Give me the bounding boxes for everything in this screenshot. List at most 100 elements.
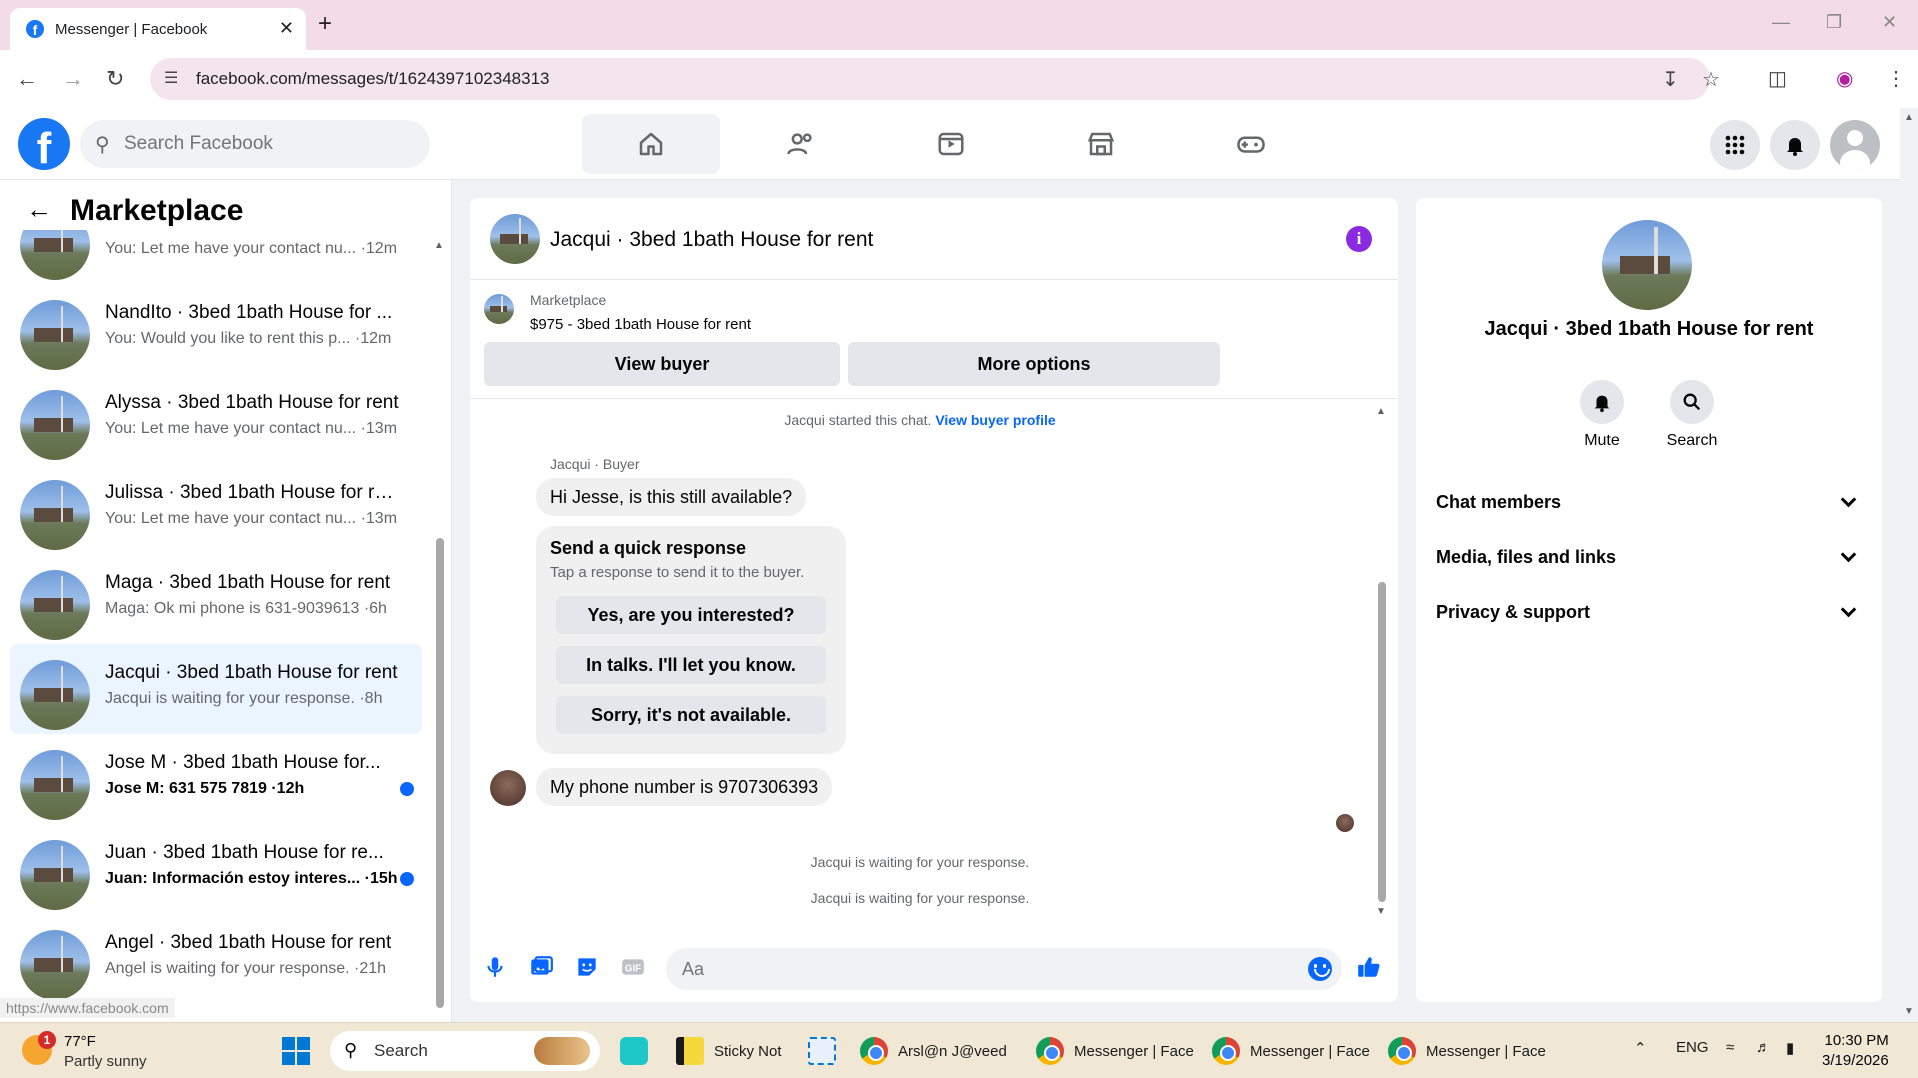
taskbar-app-chrome-1[interactable]: Arsl@n J@veed	[860, 1033, 1007, 1069]
address-url[interactable]: facebook.com/messages/t/1624397102348313	[196, 69, 549, 89]
taskbar-search[interactable]: ⚲ Search	[330, 1031, 600, 1071]
conversation-scrollbar[interactable]: ▲ ▼	[1376, 406, 1388, 917]
emoji-icon[interactable]	[1308, 957, 1332, 981]
facebook-search-input[interactable]	[124, 120, 414, 168]
search-icon	[1683, 393, 1701, 411]
nav-marketplace[interactable]	[1032, 114, 1170, 174]
chat-list-item[interactable]: Maga · 3bed 1bath House for rent Maga: Ok…	[10, 554, 422, 644]
taskbar-app-label: Arsl@n J@veed	[898, 1042, 1007, 1060]
scroll-down-icon[interactable]: ▼	[1904, 1006, 1914, 1017]
system-clock[interactable]: 10:30 PM 3/19/2026	[1822, 1031, 1889, 1071]
tab-search-icon[interactable]: ◫	[1768, 66, 1787, 91]
chat-list-scrollbar[interactable]: ▲ ▼	[434, 240, 444, 1008]
quick-response-option[interactable]: Sorry, it's not available.	[556, 696, 826, 734]
search-icon: ⚲	[95, 134, 110, 156]
close-window-icon[interactable]: ✕	[1882, 12, 1897, 33]
minimize-window-icon[interactable]: —	[1772, 12, 1790, 33]
scrollbar-thumb[interactable]	[1378, 582, 1386, 902]
media-files-links-section[interactable]: Media, files and links	[1436, 537, 1862, 577]
browser-menu-icon[interactable]: ⋮	[1886, 66, 1906, 91]
notifications-button[interactable]	[1770, 120, 1820, 170]
chat-preview: You: Let me have your contact nu... ·13m	[105, 420, 398, 437]
chat-list-item[interactable]: Julissa · 3bed 1bath House for re... You:…	[10, 464, 422, 554]
page-scrollbar[interactable]: ▲ ▼	[1902, 112, 1916, 1018]
volume-icon[interactable]: ♬	[1756, 1039, 1771, 1056]
chat-list-item[interactable]: NandIto · 3bed 1bath House for ... You: W…	[10, 284, 422, 374]
browser-tab[interactable]: f Messenger | Facebook ✕	[10, 8, 306, 50]
chat-list-item[interactable]: Angel · 3bed 1bath House for rent Angel i…	[10, 914, 422, 1004]
nav-friends[interactable]	[732, 114, 870, 174]
chat-list-item[interactable]: Jose M · 3bed 1bath House for... Jose M: …	[10, 734, 422, 824]
taskbar-search-label: Search	[374, 1041, 428, 1060]
quick-response-title: Send a quick response	[550, 538, 747, 558]
chat-thumbnail	[20, 570, 90, 640]
chat-list-item[interactable]: Juan · 3bed 1bath House for re... Juan: I…	[10, 824, 422, 914]
battery-icon[interactable]: ▮	[1786, 1039, 1794, 1057]
message-input[interactable]	[682, 948, 1282, 990]
info-icon[interactable]: i	[1346, 226, 1372, 252]
scroll-down-icon[interactable]: ▼	[1376, 906, 1386, 917]
like-button[interactable]	[1354, 952, 1384, 982]
listing-row[interactable]: Marketplace $975 - 3bed 1bath House for …	[470, 280, 1398, 340]
conversation-thumbnail[interactable]	[490, 214, 540, 264]
quick-response-option[interactable]: Yes, are you interested?	[556, 596, 826, 634]
facebook-logo-icon[interactable]: f	[18, 118, 70, 170]
surfshark-app-icon[interactable]	[620, 1033, 658, 1069]
view-buyer-profile-link[interactable]: View buyer profile	[935, 412, 1055, 428]
taskbar-app-sticky-notes[interactable]: Sticky Not	[676, 1033, 782, 1069]
chat-thumbnail	[20, 930, 90, 1000]
search-conversation-button[interactable]: Search	[1652, 380, 1732, 450]
bookmark-star-icon[interactable]: ☆	[1702, 67, 1720, 92]
more-options-button[interactable]: More options	[848, 342, 1220, 386]
mute-button[interactable]: Mute	[1562, 380, 1642, 450]
site-settings-icon[interactable]: ☰	[164, 68, 178, 88]
install-app-icon[interactable]: ↧	[1662, 67, 1679, 92]
taskbar-app-chrome-2[interactable]: Messenger | Face	[1036, 1033, 1194, 1069]
scroll-up-icon[interactable]: ▲	[1904, 112, 1914, 123]
scroll-up-icon[interactable]: ▲	[1376, 406, 1386, 417]
listing-source-label: Marketplace	[530, 292, 607, 308]
back-arrow-icon[interactable]: ←	[26, 194, 52, 225]
profile-icon[interactable]: ◉	[1836, 66, 1853, 91]
voice-clip-button[interactable]	[480, 952, 510, 982]
listing-thumbnail	[484, 294, 514, 324]
new-tab-button[interactable]: +	[318, 10, 332, 38]
conversation-title[interactable]: Jacqui · 3bed 1bath House for rent	[550, 228, 873, 252]
nav-video[interactable]	[882, 114, 1020, 174]
snipping-tool-icon[interactable]	[808, 1033, 846, 1069]
wifi-icon[interactable]: ≈	[1726, 1039, 1734, 1056]
close-tab-icon[interactable]: ✕	[279, 18, 294, 39]
message-box[interactable]	[666, 948, 1342, 990]
chat-list-item[interactable]: Jacqui · 3bed 1bath House for rent Jacqui…	[10, 644, 422, 734]
chat-members-section[interactable]: Chat members	[1436, 482, 1862, 522]
sticker-icon	[578, 958, 596, 976]
nav-home[interactable]	[582, 114, 720, 174]
back-arrow-icon[interactable]: ←	[16, 66, 38, 92]
account-avatar[interactable]	[1830, 120, 1880, 170]
chat-thumbnail	[20, 390, 90, 460]
address-bar[interactable]: ☰ facebook.com/messages/t/16243971023483…	[150, 58, 1720, 100]
sticker-button[interactable]	[572, 952, 602, 982]
view-buyer-button[interactable]: View buyer	[484, 342, 840, 386]
restore-window-icon[interactable]: ❐	[1826, 12, 1842, 33]
scroll-up-icon[interactable]: ▲	[434, 240, 444, 251]
buyer-avatar[interactable]	[490, 770, 526, 806]
windows-start-icon[interactable]	[282, 1037, 310, 1065]
chat-preview: Maga: Ok mi phone is 631-9039613 ·6h	[105, 600, 387, 617]
taskbar-app-chrome-4[interactable]: Messenger | Face	[1388, 1033, 1546, 1069]
show-hidden-icons-icon[interactable]: ⌃	[1634, 1039, 1647, 1057]
chat-list-item[interactable]: Alyssa · 3bed 1bath House for rent You: L…	[10, 374, 422, 464]
language-indicator[interactable]: ENG	[1676, 1039, 1709, 1056]
menu-grid-button[interactable]	[1710, 120, 1760, 170]
gif-button[interactable]: GIF	[618, 952, 648, 982]
attach-photo-button[interactable]	[526, 952, 556, 982]
quick-response-option[interactable]: In talks. I'll let you know.	[556, 646, 826, 684]
reload-icon[interactable]: ↻	[106, 66, 124, 92]
facebook-search[interactable]: ⚲	[80, 120, 430, 168]
chat-preview: Angel is waiting for your response. ·21h	[105, 960, 387, 977]
privacy-support-section[interactable]: Privacy & support	[1436, 592, 1862, 632]
nav-gaming[interactable]	[1182, 114, 1320, 174]
forward-arrow-icon[interactable]: →	[62, 66, 84, 92]
scrollbar-thumb[interactable]	[436, 538, 444, 1008]
taskbar-app-chrome-3[interactable]: Messenger | Face	[1212, 1033, 1370, 1069]
